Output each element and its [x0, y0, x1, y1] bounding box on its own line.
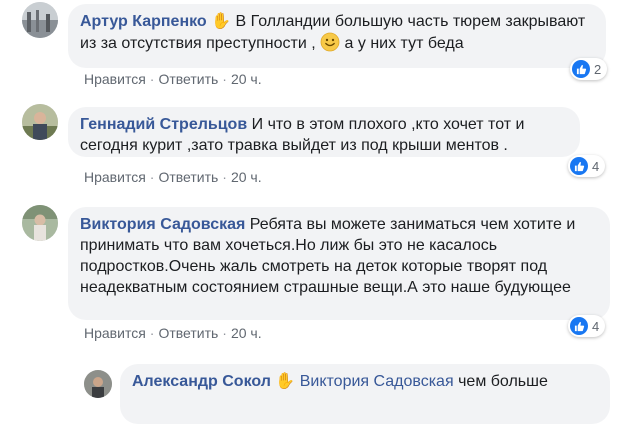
reply-text: чем больше [458, 373, 548, 390]
wave-icon: ✋ [206, 13, 232, 30]
avatar[interactable] [22, 2, 58, 38]
like-link[interactable]: Нравится [84, 71, 146, 87]
like-reaction-icon [572, 60, 590, 78]
reply-author[interactable]: Александр Сокол [132, 373, 271, 390]
comment-actions: Нравится · Ответить · 20 ч. [84, 169, 262, 185]
like-reaction-icon [570, 317, 588, 335]
reaction-count-badge[interactable]: 4 [568, 155, 606, 177]
comment-bubble: Артур Карпенко ✋ В Голландии большую час… [68, 4, 606, 68]
reaction-count: 4 [592, 318, 600, 334]
timestamp-link[interactable]: 20 ч. [231, 169, 262, 185]
comment-author[interactable]: Виктория Садовская [80, 216, 245, 233]
reply-link[interactable]: Ответить [158, 325, 218, 341]
comment-actions: Нравится · Ответить · 20 ч. [84, 325, 262, 341]
avatar[interactable] [22, 104, 58, 140]
like-link[interactable]: Нравится [84, 169, 146, 185]
comment-text-continued: а у них тут беда [344, 35, 464, 52]
comment-bubble: Геннадий Стрельцов И что в этом плохого … [68, 107, 580, 157]
comment-actions: Нравится · Ответить · 20 ч. [84, 71, 262, 87]
timestamp-link[interactable]: 20 ч. [231, 325, 262, 341]
timestamp-link[interactable]: 20 ч. [231, 71, 262, 87]
comment-author[interactable]: Артур Карпенко [80, 13, 207, 30]
comment-author[interactable]: Геннадий Стрельцов [80, 116, 247, 133]
wave-icon: ✋ [270, 373, 296, 390]
comment-bubble: Виктория Садовская Ребята вы можете зани… [68, 207, 610, 320]
smiley-emoji-icon [320, 32, 340, 58]
reaction-count: 4 [592, 158, 600, 174]
reply-link[interactable]: Ответить [158, 71, 218, 87]
like-link[interactable]: Нравится [84, 325, 146, 341]
reaction-count-badge[interactable]: 2 [570, 58, 608, 80]
avatar[interactable] [22, 205, 58, 241]
avatar[interactable] [84, 370, 112, 398]
reply-mention[interactable]: Виктория Садовская [300, 373, 454, 390]
reply-bubble: Александр Сокол ✋ Виктория Садовская чем… [120, 364, 610, 424]
reaction-count: 2 [594, 61, 602, 77]
reaction-count-badge[interactable]: 4 [568, 315, 606, 337]
reply-link[interactable]: Ответить [158, 169, 218, 185]
like-reaction-icon [570, 157, 588, 175]
